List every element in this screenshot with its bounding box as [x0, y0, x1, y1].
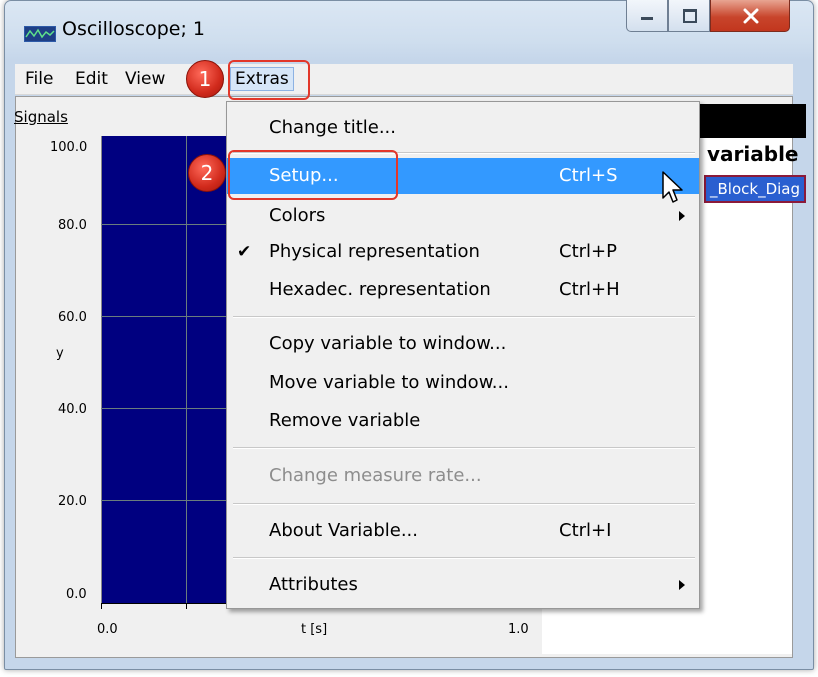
- menu-separator: [233, 503, 695, 505]
- y-tick-label: 80.0: [58, 218, 87, 233]
- menu-item-label: Physical representation: [269, 241, 480, 262]
- close-button[interactable]: [710, 0, 790, 32]
- grid-vline: [186, 136, 187, 603]
- mouse-cursor-icon: [662, 171, 683, 203]
- checkmark-icon: ✔: [237, 242, 252, 262]
- oscilloscope-app-icon[interactable]: [24, 26, 56, 42]
- signals-panel-label: Signals: [14, 108, 68, 126]
- selected-variable-row[interactable]: _Block_Diag: [704, 175, 806, 203]
- menu-file[interactable]: File: [21, 67, 57, 91]
- menu-view[interactable]: View: [121, 67, 169, 91]
- menu-item-label: Copy variable to window...: [269, 333, 507, 354]
- menu-item-attributes[interactable]: Attributes: [227, 567, 699, 603]
- menu-separator: [233, 557, 695, 559]
- menu-item-shortcut: Ctrl+S: [559, 165, 618, 186]
- callout-highlight-extras: [228, 60, 310, 100]
- menu-item-hexadec-representation[interactable]: Hexadec. representation Ctrl+H: [227, 272, 699, 308]
- menu-item-change-title[interactable]: Change title...: [227, 110, 699, 146]
- menu-bar: File Edit View Extras: [15, 64, 793, 95]
- plot-axis-left: [101, 136, 102, 603]
- menu-item-label: Change measure rate...: [269, 465, 482, 486]
- menu-item-label: Move variable to window...: [269, 372, 509, 393]
- menu-item-label: Hexadec. representation: [269, 279, 491, 300]
- menu-item-physical-representation[interactable]: ✔ Physical representation Ctrl+P: [227, 234, 699, 270]
- minimize-button[interactable]: [626, 0, 668, 32]
- menu-item-change-measure-rate: Change measure rate...: [227, 458, 699, 494]
- menu-separator: [233, 316, 695, 318]
- y-tick-label: 40.0: [58, 402, 87, 417]
- x-tick-mark: [186, 603, 187, 609]
- menu-item-remove-variable[interactable]: Remove variable: [227, 403, 699, 439]
- x-tick-mark: [101, 603, 102, 609]
- window-title: Oscilloscope; 1: [62, 18, 206, 40]
- submenu-arrow-icon: [679, 211, 685, 221]
- menu-item-label: Colors: [269, 205, 326, 226]
- maximize-button[interactable]: [668, 0, 710, 32]
- y-tick-label: 100.0: [50, 140, 88, 155]
- minimize-icon: [641, 17, 653, 20]
- menu-item-about-variable[interactable]: About Variable... Ctrl+I: [227, 513, 699, 549]
- close-icon: [743, 8, 759, 24]
- menu-item-shortcut: Ctrl+P: [559, 241, 617, 262]
- callout-highlight-setup: [228, 150, 398, 200]
- menu-separator: [233, 447, 695, 449]
- x-axis-label: t [s]: [301, 622, 328, 637]
- submenu-arrow-icon: [679, 580, 685, 590]
- menu-item-copy-variable[interactable]: Copy variable to window...: [227, 326, 699, 362]
- y-tick-label: 20.0: [58, 494, 87, 509]
- menu-edit[interactable]: Edit: [71, 67, 112, 91]
- menu-item-label: Remove variable: [269, 410, 421, 431]
- callout-badge-1: 1: [186, 60, 224, 98]
- variable-list-header: s: [688, 104, 806, 138]
- menu-item-shortcut: Ctrl+I: [559, 520, 612, 541]
- menu-item-label: About Variable...: [269, 520, 418, 541]
- x-tick-label: 1.0: [508, 622, 529, 637]
- menu-item-label: Change title...: [269, 117, 396, 138]
- y-tick-label: 0.0: [66, 587, 87, 602]
- menu-item-label: Attributes: [269, 574, 358, 595]
- maximize-icon: [683, 9, 697, 23]
- y-axis-label: y: [56, 346, 64, 361]
- menu-item-colors[interactable]: Colors: [227, 198, 699, 234]
- menu-item-shortcut: Ctrl+H: [559, 279, 620, 300]
- y-tick-label: 60.0: [58, 310, 87, 325]
- x-tick-label: 0.0: [97, 622, 118, 637]
- variable-column-header: variable: [707, 142, 799, 166]
- menu-item-move-variable[interactable]: Move variable to window...: [227, 365, 699, 401]
- callout-badge-2: 2: [188, 154, 226, 192]
